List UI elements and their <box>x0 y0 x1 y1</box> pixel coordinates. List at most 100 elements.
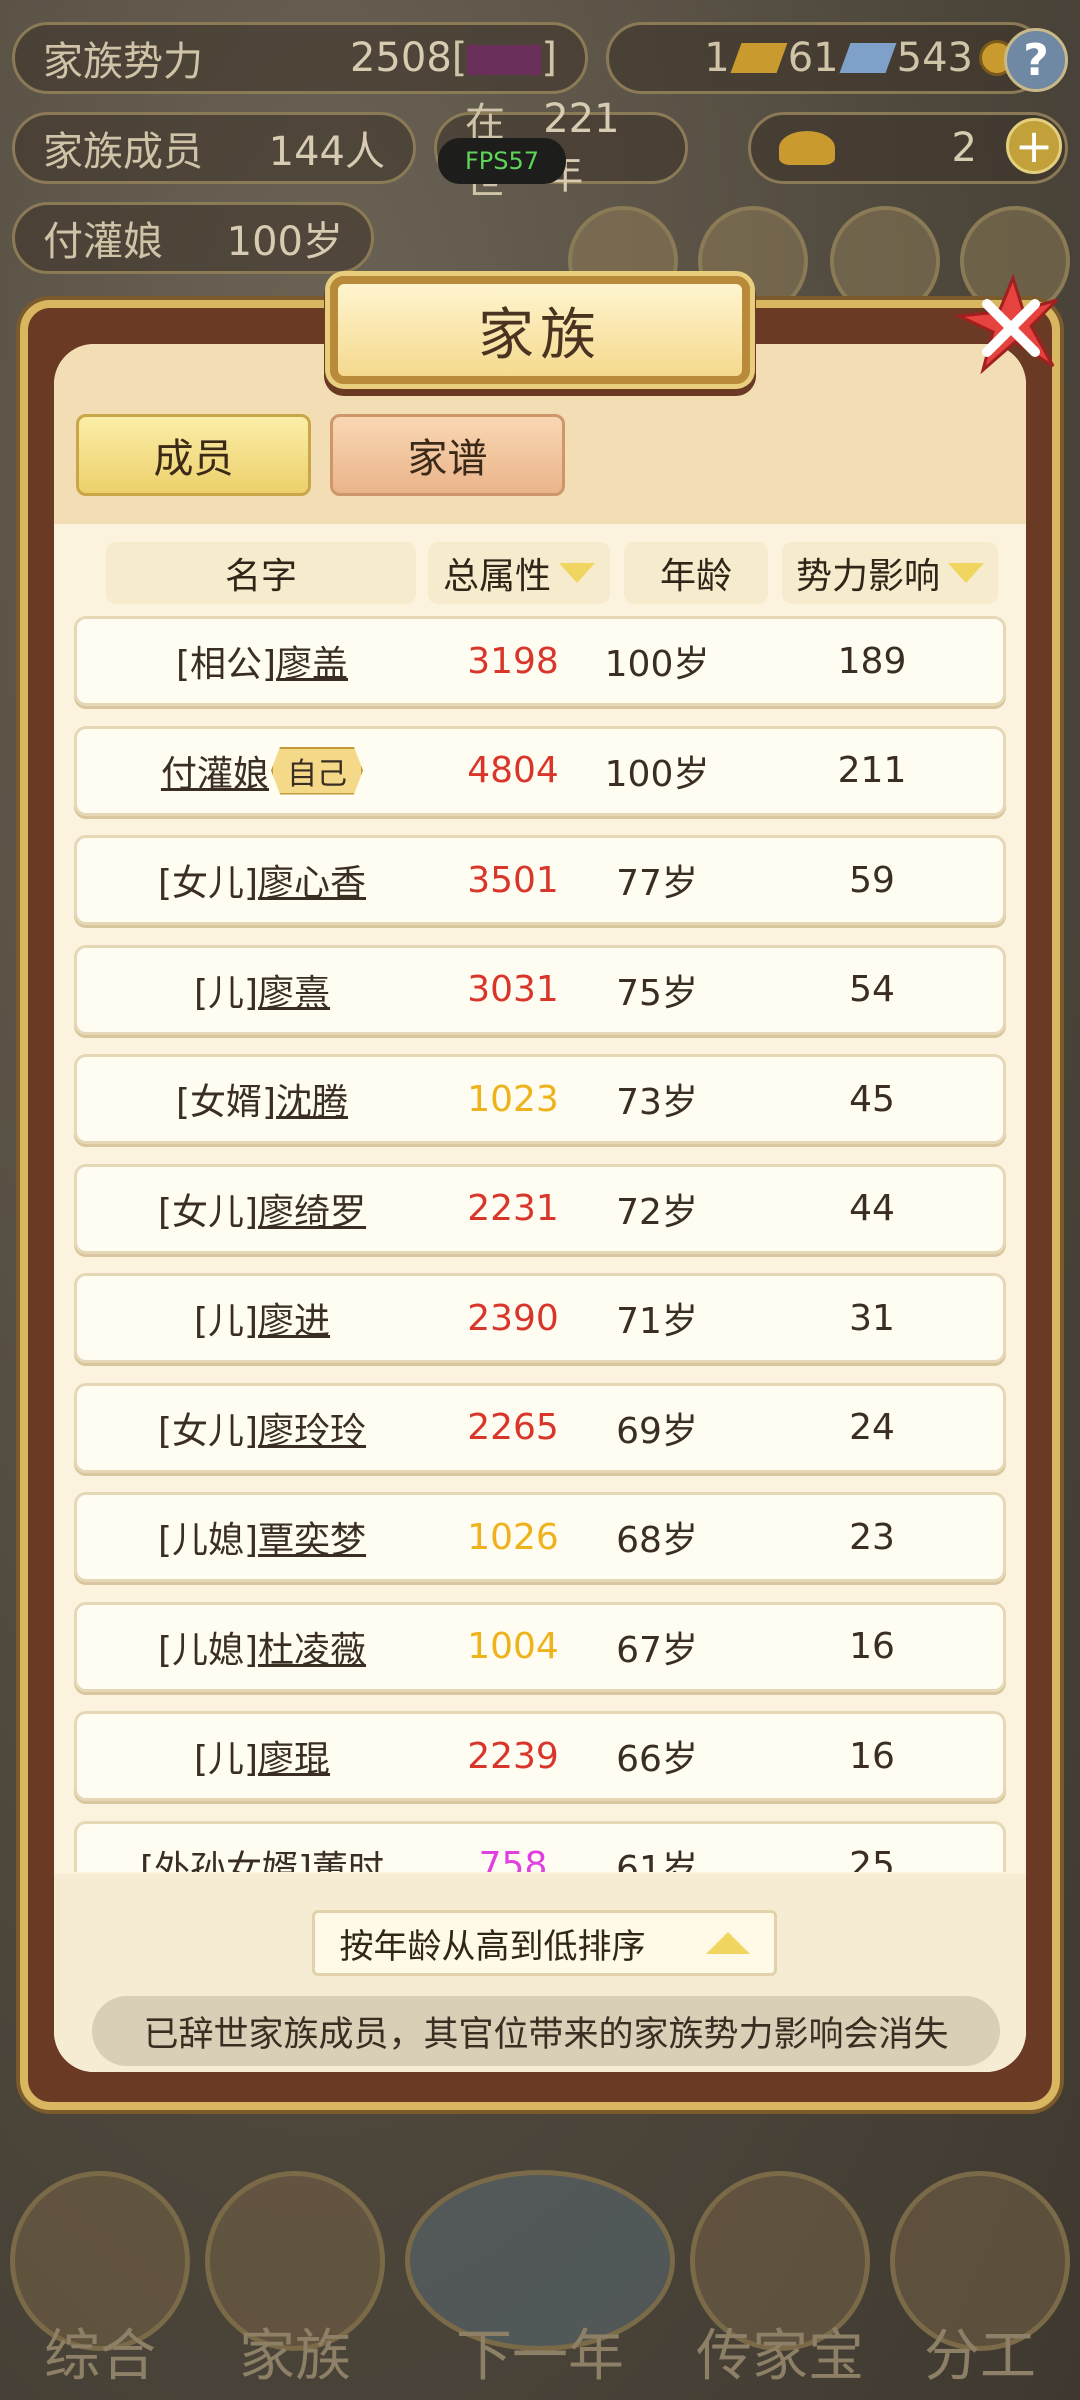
member-total-attr: 3198 <box>467 640 559 682</box>
member-influence: 59 <box>849 859 895 901</box>
member-relation: [儿媳] <box>157 1520 259 1561</box>
clan-power-pill: 家族势力 2508[] <box>12 22 588 94</box>
member-name-link[interactable]: 杜凌薇 <box>258 1621 366 1673</box>
help-button[interactable]: ? <box>1004 28 1068 92</box>
member-row[interactable]: [女儿] 廖心香 3501 77岁 59 <box>74 835 1006 925</box>
member-list[interactable]: [相公] 廖盖 3198 100岁 189 付灌娘 自己 4804 100岁 211 [女儿] 廖心香… <box>74 616 1006 1872</box>
member-row[interactable]: [儿媳] 杜凌薇 1004 67岁 16 <box>74 1601 1006 1692</box>
header-influence[interactable]: 势力影响 <box>782 542 998 604</box>
resource-pill: 1 61 543 <box>606 22 1046 94</box>
member-name-link[interactable]: 廖琨 <box>258 1730 330 1782</box>
sort-desc-icon <box>948 563 984 583</box>
member-name-cell: [女儿] 廖玲玲 <box>77 1386 447 1470</box>
member-age: 75岁 <box>616 972 698 1014</box>
sort-button[interactable]: 按年龄从高到低排序 <box>312 1910 777 1976</box>
member-relation: [相公] <box>175 644 277 685</box>
member-name-cell: [女儿] 廖绮罗 <box>77 1167 447 1251</box>
member-row[interactable]: [女儿] 廖绮罗 2231 72岁 44 <box>74 1163 1006 1254</box>
close-icon <box>953 273 1059 375</box>
member-row[interactable]: [相公] 廖盖 3198 100岁 189 <box>74 616 1006 706</box>
member-influence: 54 <box>849 969 895 1010</box>
close-button[interactable] <box>948 270 1068 380</box>
member-influence: 45 <box>849 1078 895 1120</box>
member-relation: [儿] <box>193 1739 259 1780</box>
member-row[interactable]: [儿媳] 覃奕梦 1026 68岁 23 <box>74 1492 1006 1582</box>
member-name-link[interactable]: 沈腾 <box>276 1073 348 1125</box>
member-name-link[interactable]: 廖心香 <box>258 854 366 906</box>
nav-general[interactable]: 综合 <box>0 2170 200 2400</box>
member-total-attr: 2265 <box>467 1407 559 1448</box>
nav-heirloom[interactable]: 传家宝 <box>680 2170 880 2400</box>
tab-family-tree[interactable]: 家谱 <box>330 414 565 496</box>
member-relation: [外孙女婿] <box>139 1848 313 1873</box>
member-name-cell: [儿媳] 杜凌薇 <box>77 1605 447 1689</box>
member-relation: [女儿] <box>157 1410 259 1452</box>
member-influence: 16 <box>849 1626 895 1667</box>
member-influence: 31 <box>849 1297 895 1339</box>
member-age: 61岁 <box>616 1848 698 1873</box>
member-name-link[interactable]: 廖进 <box>258 1292 330 1344</box>
member-age: 73岁 <box>616 1082 698 1123</box>
header-total-attr[interactable]: 总属性 <box>428 542 610 604</box>
member-row[interactable]: [女婿] 沈腾 1023 73岁 45 <box>74 1054 1006 1144</box>
member-total-attr: 2231 <box>467 1188 559 1229</box>
member-relation: [女儿] <box>157 1191 259 1233</box>
member-relation: [儿媳] <box>157 1629 259 1671</box>
member-influence: 211 <box>837 750 907 791</box>
member-row[interactable]: [外孙女婿] 董时 758 61岁 25 <box>74 1820 1006 1873</box>
member-total-attr: 3031 <box>467 969 559 1010</box>
member-age: 100岁 <box>604 753 710 795</box>
sort-desc-icon <box>559 563 595 583</box>
member-total-attr: 4804 <box>467 750 559 791</box>
member-row[interactable]: [儿] 廖琨 2239 66岁 16 <box>74 1711 1006 1801</box>
member-name-link[interactable]: 廖玲玲 <box>258 1402 366 1454</box>
member-name-link[interactable]: 廖盖 <box>276 635 348 687</box>
members-pill: 家族成员 144人 <box>12 112 416 184</box>
member-row[interactable]: [儿] 廖熹 3031 75岁 54 <box>74 944 1006 1035</box>
fps-counter: FPS57 <box>438 138 566 184</box>
member-age: 69岁 <box>616 1410 698 1452</box>
dialog-title: 家族 <box>330 276 750 384</box>
self-badge: 自己 <box>271 746 363 795</box>
tab-members[interactable]: 成员 <box>76 414 311 496</box>
member-name-link[interactable]: 董时 <box>312 1840 384 1873</box>
member-name-cell: [儿] 廖进 <box>77 1276 447 1360</box>
member-row[interactable]: [儿] 廖进 2390 71岁 31 <box>74 1273 1006 1363</box>
member-influence: 24 <box>849 1407 895 1448</box>
deceased-notice: 已辞世家族成员，其官位带来的家族势力影响会消失 <box>92 1996 1000 2066</box>
member-total-attr: 3501 <box>467 859 559 901</box>
member-age: 67岁 <box>616 1629 698 1671</box>
member-name-cell: 付灌娘 自己 <box>77 729 447 813</box>
silver-bar-icon <box>839 43 897 73</box>
member-total-attr: 1004 <box>467 1626 559 1667</box>
member-name-link[interactable]: 廖绮罗 <box>258 1183 366 1235</box>
member-name-cell: [外孙女婿] 董时 <box>77 1824 447 1873</box>
gold-bar-icon <box>730 43 788 73</box>
member-name-cell: [儿] 廖琨 <box>77 1714 447 1798</box>
member-relation: [儿] <box>193 1301 259 1342</box>
member-influence: 189 <box>837 640 907 682</box>
nav-clan[interactable]: 家族 <box>195 2170 395 2400</box>
member-row[interactable]: [女儿] 廖玲玲 2265 69岁 24 <box>74 1382 1006 1473</box>
member-relation: [儿] <box>193 972 259 1014</box>
member-name-cell: [儿] 廖熹 <box>77 948 447 1032</box>
nav-next-year[interactable]: 下一年 <box>400 2170 680 2400</box>
member-total-attr: 1023 <box>467 1078 559 1120</box>
nav-assign[interactable]: 分工 <box>880 2170 1080 2400</box>
member-name-link[interactable]: 付灌娘 <box>161 745 269 797</box>
gold-ingot-icon <box>779 131 835 165</box>
member-row[interactable]: 付灌娘 自己 4804 100岁 211 <box>74 725 1006 816</box>
bottom-nav: 综合 家族 下一年 传家宝 分工 <box>0 2100 1080 2400</box>
member-name-cell: [相公] 廖盖 <box>77 619 447 703</box>
member-total-attr: 758 <box>478 1845 548 1872</box>
member-age: 100岁 <box>604 644 710 685</box>
member-age: 77岁 <box>616 863 698 904</box>
member-total-attr: 2239 <box>467 1735 559 1777</box>
member-name-link[interactable]: 覃奕梦 <box>258 1511 366 1563</box>
member-age: 68岁 <box>616 1520 698 1561</box>
member-total-attr: 2390 <box>467 1297 559 1339</box>
header-age[interactable]: 年龄 <box>624 542 768 604</box>
add-gold-button[interactable]: + <box>1006 118 1062 174</box>
member-name-link[interactable]: 廖熹 <box>258 964 330 1016</box>
member-relation: [女婿] <box>175 1082 277 1123</box>
